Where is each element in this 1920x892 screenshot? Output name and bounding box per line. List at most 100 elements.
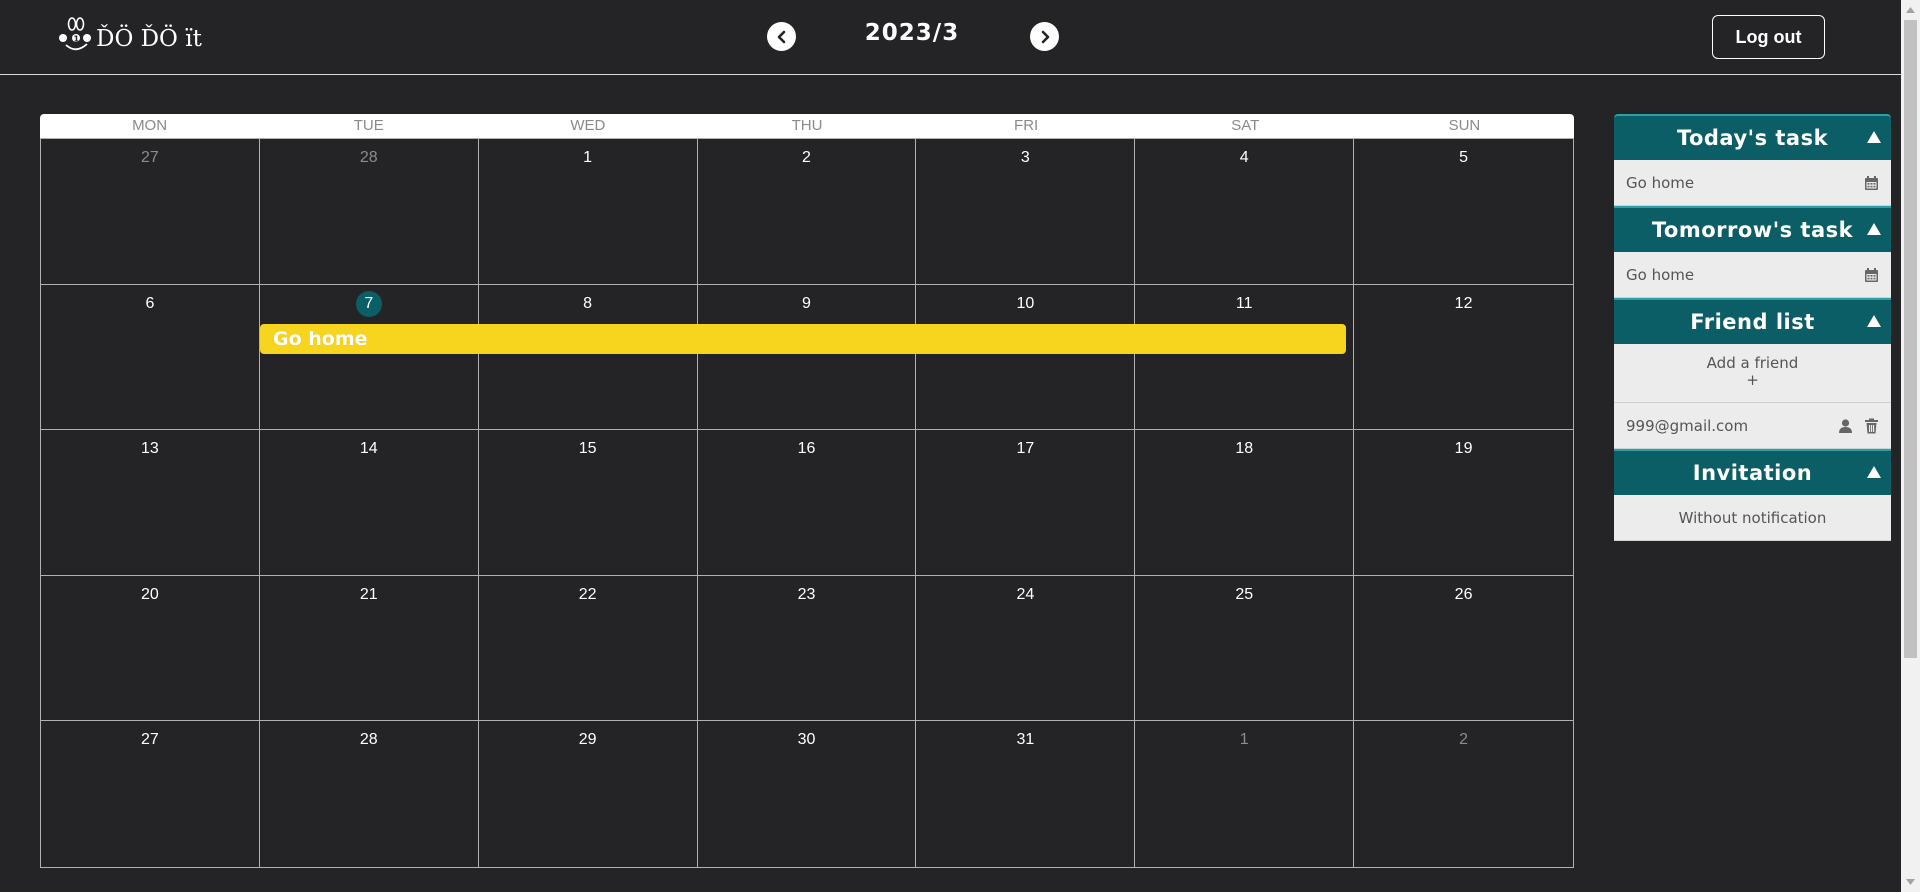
weekday-label: WED: [570, 117, 606, 134]
collapse-arrow-icon[interactable]: [1866, 130, 1882, 144]
day-cell[interactable]: 4: [1135, 139, 1355, 285]
day-cell[interactable]: 30: [698, 721, 917, 867]
month-calendar: MON TUE WED THU FRI SAT SUN 27 28 1 2 3 4 5 6 7 8 9 10 11 1…: [40, 114, 1574, 868]
day-number: 11: [1235, 294, 1253, 312]
trash-icon[interactable]: [1864, 418, 1879, 434]
day-number: 27: [141, 731, 159, 749]
day-cell[interactable]: 21: [259, 575, 479, 722]
weekday-label: MON: [132, 117, 168, 134]
friend-item[interactable]: 999@gmail.com: [1614, 403, 1891, 449]
collapse-arrow-icon[interactable]: [1866, 222, 1882, 236]
day-number: 15: [578, 440, 597, 458]
side-panel: Today's task Go home Tomorrow's task Go …: [1614, 114, 1891, 541]
day-cell[interactable]: 13: [41, 430, 260, 576]
day-number: 17: [1016, 440, 1035, 458]
day-cell[interactable]: 20: [41, 575, 260, 722]
day-number: 28: [359, 731, 378, 749]
event-bar[interactable]: Go home: [260, 324, 1346, 354]
tomorrow-task-header[interactable]: Tomorrow's task: [1614, 206, 1891, 252]
day-number: 5: [1459, 149, 1469, 166]
invitation-header[interactable]: Invitation: [1614, 449, 1891, 495]
day-number: 9: [802, 294, 811, 312]
day-number: 27: [141, 149, 159, 166]
today-task-header[interactable]: Today's task: [1614, 114, 1891, 160]
day-number: 8: [583, 294, 593, 312]
scroll-down-arrow-icon[interactable]: [1905, 878, 1916, 886]
chevron-right-icon: [1041, 30, 1049, 43]
day-cell[interactable]: 14: [259, 430, 479, 576]
day-cell[interactable]: 23: [697, 575, 917, 722]
day-number: 28: [359, 149, 378, 166]
day-cell[interactable]: 2: [1354, 721, 1573, 867]
day-cell[interactable]: 12: [1354, 285, 1573, 431]
day-cell[interactable]: 8: [478, 284, 698, 431]
scroll-up-arrow-icon[interactable]: [1905, 6, 1916, 14]
invitation-empty-text: Without notification: [1678, 508, 1827, 527]
day-cell[interactable]: 27: [41, 139, 260, 285]
task-label: Go home: [1626, 173, 1695, 192]
weekday-label: THU: [791, 117, 823, 134]
day-cell[interactable]: 29: [479, 721, 698, 867]
scrollbar-thumb[interactable]: [1904, 20, 1917, 658]
add-friend-button[interactable]: Add a friend +: [1614, 344, 1891, 403]
day-number: 31: [1016, 731, 1035, 749]
day-cell[interactable]: 27: [41, 721, 260, 867]
app-logo[interactable]: 1 ĎÖ ĎÖ ït: [54, 16, 202, 56]
day-cell[interactable]: 10: [916, 284, 1136, 431]
day-cell[interactable]: 28: [260, 721, 479, 867]
page-scrollbar[interactable]: [1901, 0, 1920, 892]
day-cell[interactable]: 26: [1354, 576, 1573, 722]
chevron-left-icon: [777, 30, 785, 43]
day-cell[interactable]: 1: [478, 139, 698, 285]
collapse-arrow-icon[interactable]: [1866, 465, 1882, 479]
day-cell[interactable]: 28: [259, 139, 479, 285]
day-number: 6: [145, 294, 155, 312]
day-cell[interactable]: 2: [697, 139, 917, 285]
invitation-empty: Without notification: [1614, 495, 1891, 541]
invitation-title: Invitation: [1692, 461, 1813, 485]
day-cell[interactable]: 22: [478, 575, 698, 722]
weekday-label: SUN: [1448, 117, 1481, 134]
day-cell[interactable]: 18: [1135, 430, 1355, 576]
tomorrow-task-item[interactable]: Go home: [1614, 252, 1891, 298]
day-number: 24: [1016, 585, 1035, 603]
day-cell[interactable]: 9: [697, 284, 917, 431]
today-marker: 7: [355, 290, 382, 317]
collapse-arrow-icon[interactable]: [1866, 314, 1882, 328]
day-number: 20: [141, 585, 159, 603]
day-number: 30: [797, 731, 816, 749]
task-label: Go home: [1626, 265, 1695, 284]
day-number: 25: [1235, 585, 1254, 603]
day-number: 1: [583, 149, 593, 166]
svg-text:1: 1: [74, 35, 80, 44]
day-cell[interactable]: 31: [916, 721, 1136, 867]
day-cell[interactable]: 1: [1135, 721, 1355, 867]
friend-email: 999@gmail.com: [1626, 416, 1749, 435]
day-cell[interactable]: 17: [916, 430, 1136, 576]
day-number: 22: [578, 585, 597, 603]
friend-list-header[interactable]: Friend list: [1614, 298, 1891, 344]
day-cell[interactable]: 16: [697, 430, 917, 576]
next-month-button[interactable]: [1030, 22, 1059, 51]
today-task-item[interactable]: Go home: [1614, 160, 1891, 206]
day-number: 21: [359, 585, 378, 603]
day-cell[interactable]: 25: [1135, 575, 1355, 722]
logo-face-icon: 1: [59, 17, 91, 51]
day-cell[interactable]: 24: [916, 575, 1136, 722]
day-number: 2: [802, 149, 811, 166]
logout-button[interactable]: Log out: [1712, 15, 1825, 59]
day-number: 26: [1454, 585, 1473, 603]
day-cell[interactable]: 5: [1354, 139, 1573, 285]
day-cell[interactable]: 15: [478, 430, 698, 576]
day-cell[interactable]: 3: [916, 139, 1136, 285]
weekday-label: SAT: [1231, 117, 1260, 134]
top-header: 1 ĎÖ ĎÖ ït 2023/3 Log out: [0, 0, 1901, 75]
prev-month-button[interactable]: [767, 22, 796, 51]
calendar-icon[interactable]: [1864, 175, 1879, 191]
calendar-icon[interactable]: [1864, 267, 1879, 283]
day-cell[interactable]: 6: [41, 284, 260, 431]
day-cell[interactable]: 19: [1354, 430, 1573, 576]
user-icon[interactable]: [1838, 418, 1853, 434]
day-cell[interactable]: 11: [1135, 284, 1355, 431]
day-cell[interactable]: 7: [259, 284, 479, 431]
